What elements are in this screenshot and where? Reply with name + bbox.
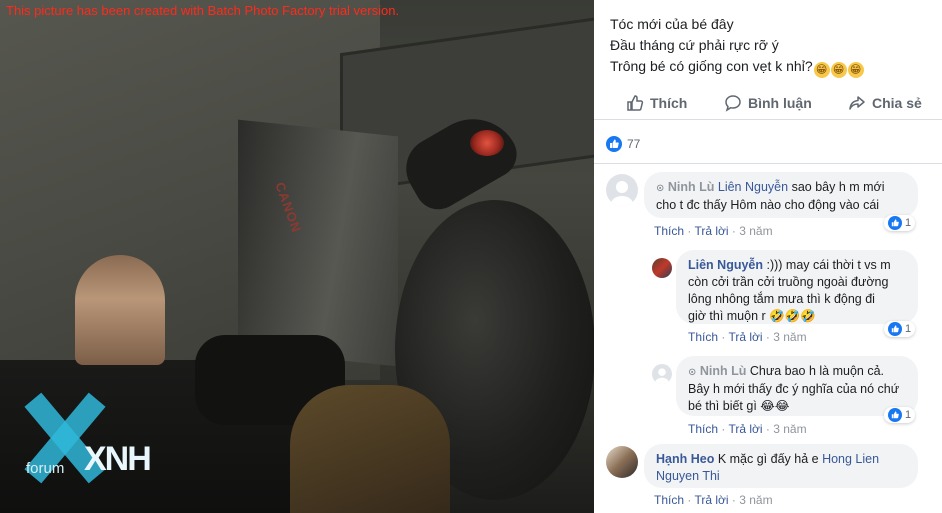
mention-link[interactable]: Hong Lien	[822, 452, 879, 466]
grin-emoji-icon: 😁	[830, 62, 847, 78]
comment-time[interactable]: 3 năm	[773, 330, 806, 344]
comment-text: cho t đc thấy Hôm nào cho động vào cái	[656, 198, 880, 212]
like-reaction-icon	[888, 216, 902, 230]
forum-logo: forum XNH	[24, 388, 164, 488]
like-button-label: Thích	[650, 95, 688, 111]
comment-author[interactable]: Ninh Lù	[700, 364, 747, 378]
comment-like-link[interactable]: Thích	[654, 224, 684, 238]
comment-text: K mặc gì đấy hả e	[717, 452, 819, 466]
comment-text: :))) may cái thời t vs m	[766, 258, 891, 272]
share-button-label: Chia sẻ	[872, 95, 922, 111]
comment-button[interactable]: Bình luận	[724, 94, 812, 112]
caption-line: Tóc mới của bé đây	[610, 16, 734, 32]
comment-time[interactable]: 3 năm	[739, 493, 772, 507]
divider	[594, 163, 942, 164]
trial-watermark-text: This picture has been created with Batch…	[6, 3, 400, 18]
softbox-light	[238, 119, 398, 367]
comment-text: còn cởi trần cởi truồng ngoài đường	[688, 275, 889, 289]
comment-reaction-count[interactable]: 1	[884, 407, 916, 423]
caption-line: Đầu tháng cứ phải rực rỡ ý	[610, 37, 779, 53]
reaction-number: 1	[905, 323, 912, 335]
user-silhouette-icon	[654, 368, 670, 384]
screenshot: CANON This picture has been created with…	[0, 0, 942, 513]
comment-text: giờ thì muộn r	[688, 309, 766, 323]
post-side-panel: Tóc mới của bé đây Đầu tháng cứ phải rực…	[594, 0, 942, 513]
like-count: 77	[627, 137, 641, 151]
comment-author[interactable]: Hạnh Heo	[656, 452, 714, 466]
user-avatar[interactable]	[606, 446, 638, 478]
comment-text: Chưa bao h là muộn cả.	[749, 364, 885, 378]
like-reaction-icon	[606, 136, 622, 152]
comment-like-link[interactable]: Thích	[654, 493, 684, 507]
mention-link[interactable]: Liên Nguyễn	[718, 180, 788, 194]
comment-bubble: ⊙ Ninh Lù Liên Nguyễn sao bây h m mới ch…	[644, 172, 918, 218]
comment-bubble: ⊙ Ninh Lù Chưa bao h là muộn cả. Bây h m…	[676, 356, 918, 416]
photographer-shoulder	[290, 385, 450, 513]
reaction-number: 1	[905, 217, 912, 229]
comment-reply-link[interactable]: Trả lời	[694, 224, 728, 238]
rofl-emoji-icon: 🤣🤣🤣	[769, 309, 816, 323]
reaction-number: 1	[905, 409, 912, 421]
grin-emoji-icon: 😁	[813, 62, 830, 78]
comment-meta: Thích · Trả lời · 3 năm	[654, 493, 773, 507]
comment-reply-link[interactable]: Trả lời	[728, 422, 762, 436]
post-photo[interactable]: CANON This picture has been created with…	[0, 0, 594, 513]
comment-reply-link[interactable]: Trả lời	[728, 330, 762, 344]
comment-bubble: Liên Nguyễn :))) may cái thời t vs m còn…	[676, 250, 918, 324]
comment-button-label: Bình luận	[748, 95, 812, 111]
comment-text: lông nhông tắm mưa thì k động đi	[688, 292, 875, 306]
comment-reaction-count[interactable]: 1	[884, 215, 916, 231]
logo-forum-text: forum	[26, 460, 65, 477]
like-reaction-icon	[888, 408, 902, 422]
verified-icon: ⊙	[688, 367, 697, 378]
comment-meta: Thích · Trả lời · 3 năm	[688, 422, 807, 436]
user-avatar[interactable]	[652, 258, 672, 278]
comment-time[interactable]: 3 năm	[773, 422, 806, 436]
post-caption: Tóc mới của bé đây Đầu tháng cứ phải rực…	[610, 14, 864, 78]
share-arrow-icon	[849, 96, 865, 110]
comment-meta: Thích · Trả lời · 3 năm	[688, 330, 807, 344]
comment-like-link[interactable]: Thích	[688, 330, 718, 344]
comment-meta: Thích · Trả lời · 3 năm	[654, 224, 773, 238]
reaction-summary[interactable]: 77	[606, 136, 640, 152]
mention-link[interactable]: Nguyen Thi	[656, 469, 720, 483]
caption-line: Trông bé có giống con vẹt k nhỉ? 😁 😁 😁	[610, 56, 864, 78]
logo-brand-text: XNH	[84, 440, 152, 478]
comment-text: Bây h mới thấy đc ý nghĩa của nó chứ	[688, 382, 900, 396]
comment-text: sao bây h m mới	[791, 180, 885, 194]
verified-icon: ⊙	[656, 183, 665, 194]
caption-line-text: Trông bé có giống con vẹt k nhỉ?	[610, 58, 813, 74]
like-button[interactable]: Thích	[626, 94, 687, 112]
post-action-bar: Thích Bình luận Chia sẻ	[594, 88, 942, 120]
comment-reply-link[interactable]: Trả lời	[694, 493, 728, 507]
comment-author[interactable]: Liên Nguyễn	[688, 258, 763, 272]
comment-like-link[interactable]: Thích	[688, 422, 718, 436]
comment-author[interactable]: Ninh Lù	[668, 180, 715, 194]
like-reaction-icon	[888, 322, 902, 336]
comment-time[interactable]: 3 năm	[739, 224, 772, 238]
comment-reaction-count[interactable]: 1	[884, 321, 916, 337]
share-button[interactable]: Chia sẻ	[848, 94, 922, 112]
comment-bubble-icon	[725, 95, 741, 112]
lamp-bulb	[470, 130, 504, 156]
grin-emoji-icon: 😁	[847, 62, 864, 78]
default-avatar[interactable]	[652, 364, 672, 384]
user-silhouette-icon	[610, 181, 634, 206]
comment-bubble: Hạnh Heo K mặc gì đấy hả e Hong Lien Ngu…	[644, 444, 918, 488]
thumbs-up-icon	[627, 95, 644, 111]
comment-text: bé thì biết gì	[688, 399, 757, 413]
model-figure	[75, 255, 165, 365]
default-avatar[interactable]	[606, 174, 638, 206]
joy-emoji-icon: 😂😂	[760, 399, 790, 413]
